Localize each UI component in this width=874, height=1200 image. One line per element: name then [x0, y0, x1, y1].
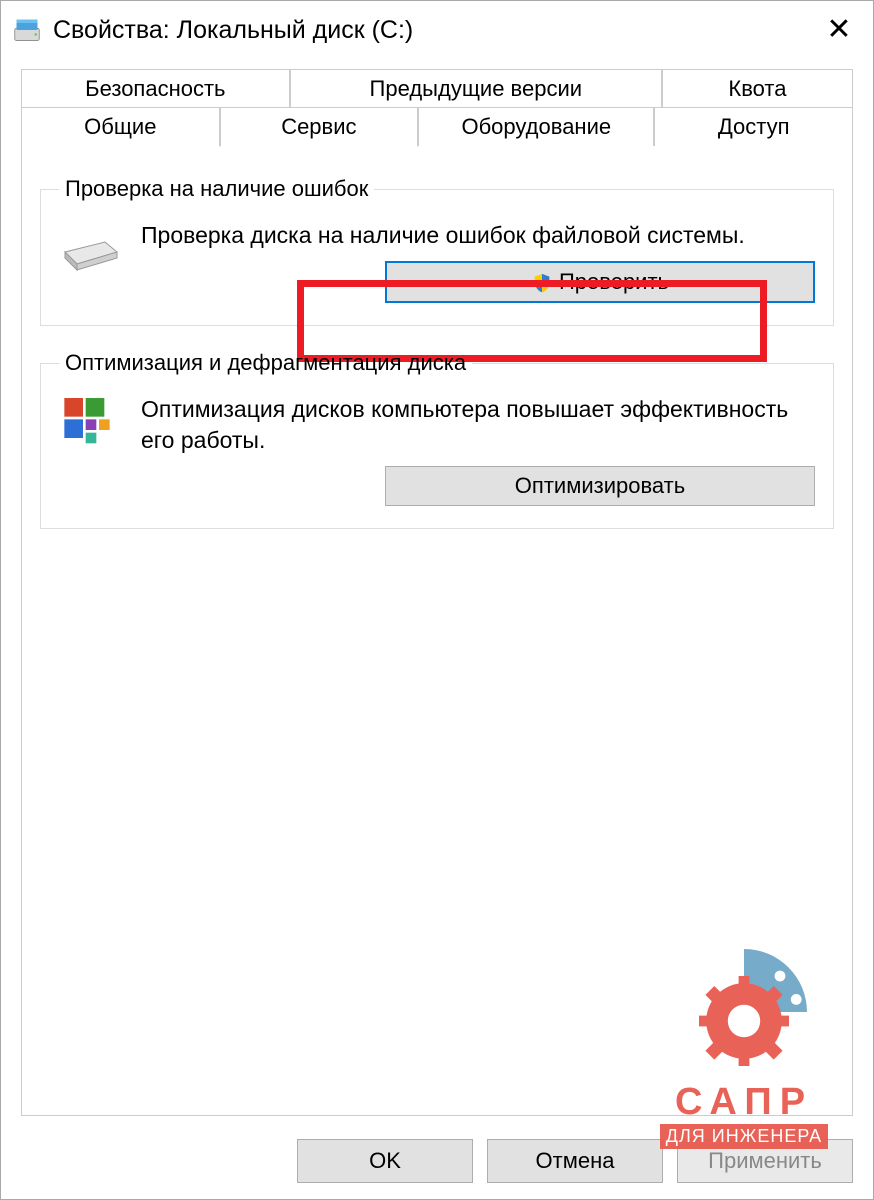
close-button[interactable]: ✕ [817, 8, 861, 52]
optimize-button[interactable]: Оптимизировать [385, 466, 815, 506]
group-error-checking: Проверка на наличие ошибок Проверка диск… [40, 176, 834, 326]
check-button[interactable]: Проверить [385, 261, 815, 303]
ok-button[interactable]: OK [297, 1139, 473, 1183]
group-optimize: Оптимизация и дефрагментация диска [40, 350, 834, 529]
tab-hardware[interactable]: Оборудование [418, 107, 654, 147]
optimize-description: Оптимизация дисков компьютера повышает э… [141, 394, 815, 456]
group-error-checking-legend: Проверка на наличие ошибок [59, 176, 374, 202]
window-title: Свойства: Локальный диск (C:) [53, 16, 817, 45]
cancel-button[interactable]: Отмена [487, 1139, 663, 1183]
shield-icon [531, 269, 553, 295]
tab-previous-versions[interactable]: Предыдущие версии [290, 69, 662, 108]
tab-quota[interactable]: Квота [662, 69, 853, 108]
dialog-footer: OK Отмена Применить [297, 1139, 853, 1183]
drive-icon [13, 16, 41, 44]
group-optimize-legend: Оптимизация и дефрагментация диска [59, 350, 472, 376]
apply-button[interactable]: Применить [677, 1139, 853, 1183]
check-button-label: Проверить [559, 269, 669, 295]
tab-general[interactable]: Общие [21, 107, 220, 147]
tab-content-tools: Проверка на наличие ошибок Проверка диск… [21, 146, 853, 1116]
defrag-icon [59, 394, 123, 450]
tab-security[interactable]: Безопасность [21, 69, 290, 108]
optimize-button-label: Оптимизировать [515, 473, 685, 499]
error-checking-description: Проверка диска на наличие ошибок файлово… [141, 220, 815, 251]
titlebar: Свойства: Локальный диск (C:) ✕ [1, 1, 873, 59]
tab-tools[interactable]: Сервис [220, 107, 419, 147]
tabs: Безопасность Предыдущие версии Квота Общ… [1, 59, 873, 1116]
tab-sharing[interactable]: Доступ [654, 107, 853, 147]
properties-dialog: Свойства: Локальный диск (C:) ✕ Безопасн… [0, 0, 874, 1200]
disk-icon [59, 220, 123, 276]
